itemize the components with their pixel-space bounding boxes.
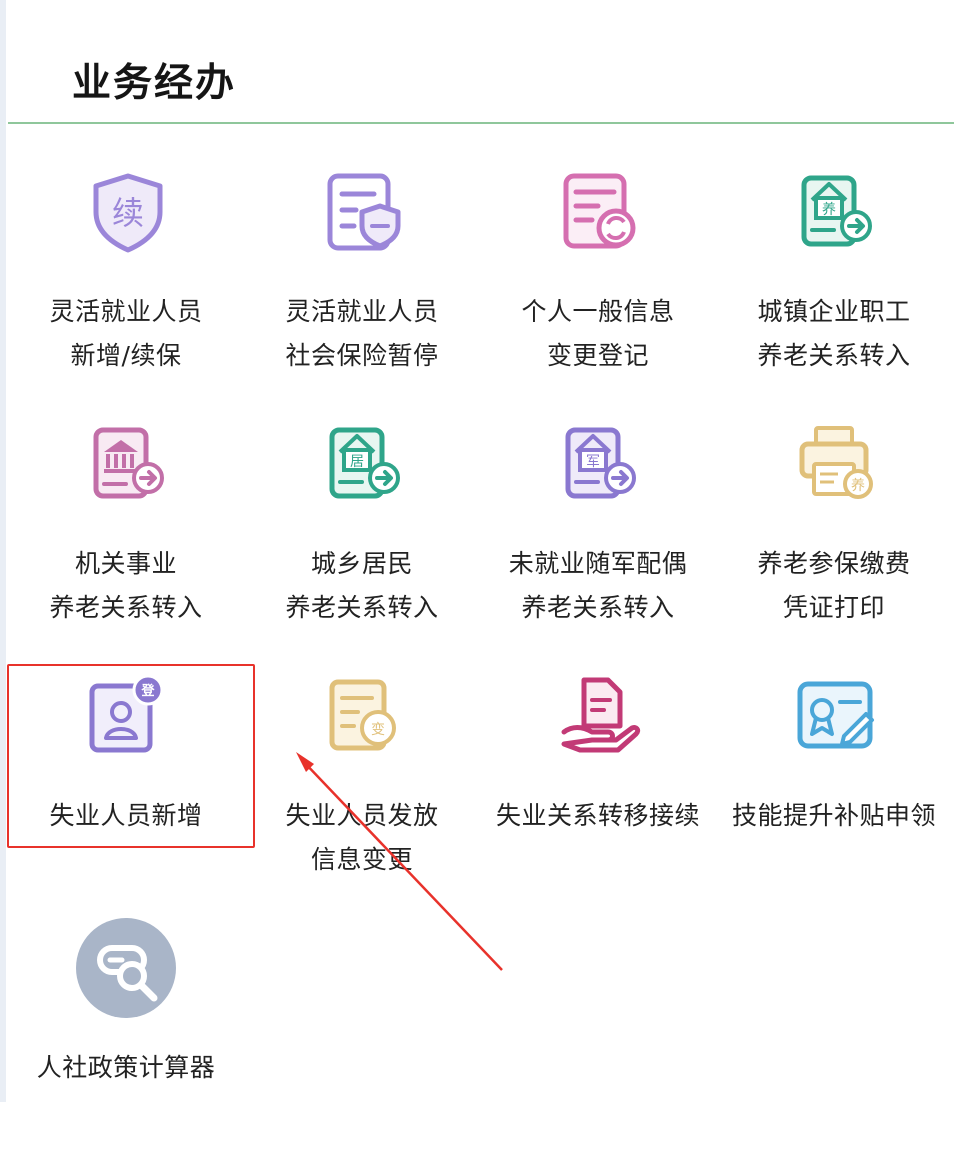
tile-label: 失业人员发放 [285,801,439,830]
tile-label: 失业关系转移接续 [495,801,700,830]
service-unemployed-new[interactable]: 登 失业人员新增 [8,654,244,906]
document-refresh-icon [563,173,636,249]
service-pension-receipt-print[interactable]: 养 养老参保缴费 凭证打印 [716,402,952,654]
badge-text: 续 [112,194,144,232]
header-divider [8,122,954,124]
badge-text: 养 [851,478,865,494]
printer-icon: 养 [799,426,873,499]
tile-label: 技能提升补贴申领 [731,801,936,830]
service-military-spouse-pension-transfer[interactable]: 军 未就业随军配偶 养老关系转入 [480,402,716,654]
tile-label: 城乡居民 [310,549,413,578]
payment-change-icon: 变 [329,679,396,751]
tile-label: 城镇企业职工 [757,297,911,326]
certificate-edit-icon [797,681,874,749]
tile-sublabel: 养老关系转入 [49,593,203,622]
hand-document-icon [561,677,641,753]
service-flexible-employment-suspend[interactable]: 灵活就业人员 社会保险暂停 [244,150,480,402]
tile-sublabel: 社会保险暂停 [285,341,439,370]
service-unemployment-transfer[interactable]: 失业关系转移接续 [480,654,716,906]
pension-transfer-icon: 养 [801,175,872,247]
tile-label: 灵活就业人员 [285,297,439,326]
service-unemployed-payment-change[interactable]: 变 失业人员发放 信息变更 [244,654,480,906]
service-urban-pension-transfer[interactable]: 养 城镇企业职工 养老关系转入 [716,150,952,402]
tile-sublabel: 养老关系转入 [757,341,911,370]
service-flexible-employment-new[interactable]: 续 灵活就业人员 新增/续保 [8,150,244,402]
service-institution-pension-transfer[interactable]: 机关事业 养老关系转入 [8,402,244,654]
left-frame-edge [0,0,6,1102]
institution-transfer-icon [93,427,164,499]
tile-label: 未就业随军配偶 [508,549,688,578]
tile-label: 机关事业 [74,549,177,578]
tile-label: 灵活就业人员 [49,297,203,326]
tile-sublabel: 信息变更 [310,845,413,874]
unemployed-register-icon: 登 [89,674,164,753]
tile-sublabel: 养老关系转入 [285,593,439,622]
resident-transfer-icon: 居 [329,427,400,499]
service-personal-info-change[interactable]: 个人一般信息 变更登记 [480,150,716,402]
badge-text: 军 [586,454,600,470]
badge-text: 养 [822,202,836,218]
page-title: 业务经办 [72,61,237,106]
tile-label: 人社政策计算器 [36,1053,216,1082]
service-policy-calculator[interactable]: 人社政策计算器 [8,906,244,1158]
tile-label: 失业人员新增 [49,801,203,830]
tile-sublabel: 变更登记 [546,341,649,370]
tile-sublabel: 凭证打印 [782,593,885,622]
tile-label: 养老参保缴费 [757,549,911,578]
military-spouse-transfer-icon: 军 [565,427,636,499]
section-header: 业务经办 [8,0,954,124]
tile-sublabel: 养老关系转入 [521,593,675,622]
tile-label: 个人一般信息 [521,297,675,326]
service-skill-subsidy-apply[interactable]: 技能提升补贴申领 [716,654,952,906]
tile-sublabel: 新增/续保 [70,341,182,370]
service-resident-pension-transfer[interactable]: 居 城乡居民 养老关系转入 [244,402,480,654]
document-shield-icon [327,173,401,251]
badge-text: 登 [140,683,155,699]
renewal-shield-icon: 续 [93,173,163,253]
badge-text: 变 [371,722,385,738]
policy-calculator-icon [76,918,176,1018]
badge-text: 居 [350,454,364,470]
